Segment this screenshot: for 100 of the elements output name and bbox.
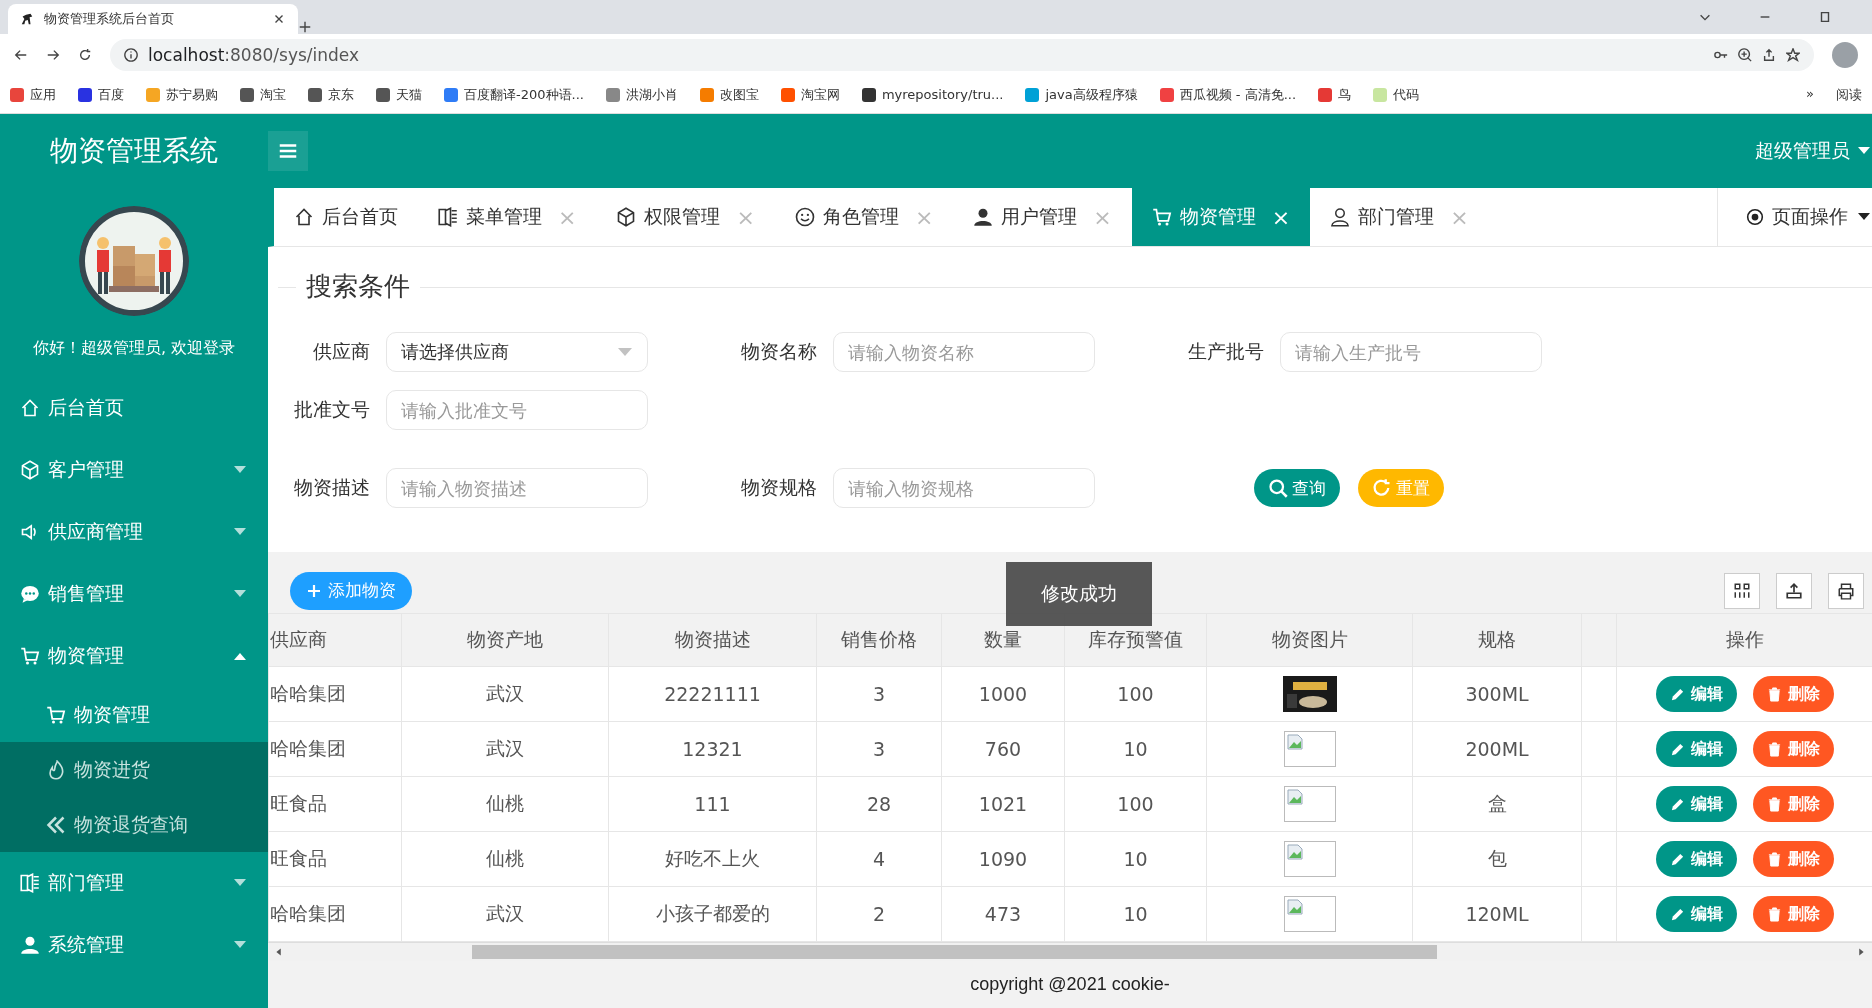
delete-button[interactable]: 删除 bbox=[1752, 731, 1834, 767]
bookmark[interactable]: 淘宝 bbox=[260, 85, 286, 104]
sidebar-item[interactable]: 销售管理 bbox=[0, 563, 268, 625]
page-tab[interactable]: 部门管理 × bbox=[1310, 188, 1489, 246]
user-menu[interactable]: 超级管理员 bbox=[1755, 138, 1872, 164]
page-tab[interactable]: 菜单管理 × bbox=[418, 188, 597, 246]
delete-button[interactable]: 删除 bbox=[1752, 841, 1834, 877]
broken-image-icon bbox=[1283, 841, 1336, 877]
export-button[interactable] bbox=[1776, 572, 1812, 609]
cart-icon bbox=[1151, 207, 1172, 227]
bookmark[interactable]: 淘宝网 bbox=[800, 85, 840, 104]
share-icon[interactable] bbox=[1762, 48, 1776, 62]
page-operations-menu[interactable]: 页面操作 bbox=[1717, 188, 1872, 246]
browser-tab[interactable]: 物资管理系统后台首页 bbox=[8, 4, 298, 34]
delete-button[interactable]: 删除 bbox=[1752, 786, 1834, 822]
bookmarks-overflow[interactable]: » bbox=[1806, 85, 1814, 104]
sidebar-subitem[interactable]: 物资进货 bbox=[0, 742, 268, 797]
reading-list[interactable]: 阅读 bbox=[1836, 85, 1862, 104]
address-bar[interactable]: localhost:8080/sys/index bbox=[110, 39, 1814, 71]
field-label: 物资规格 bbox=[740, 475, 818, 500]
table-cell: 22221111 bbox=[608, 666, 817, 722]
sidebar-subitem[interactable]: 物资退货查询 bbox=[0, 797, 268, 852]
url-text: localhost:8080/sys/index bbox=[148, 45, 360, 65]
input-field[interactable]: 请输入批准文号 bbox=[386, 390, 648, 430]
page-tab[interactable]: 用户管理 × bbox=[953, 188, 1132, 246]
bookmark[interactable]: 百度翻译-200种语... bbox=[464, 85, 584, 104]
table-cell: 473 bbox=[941, 886, 1065, 942]
chat-bubble-icon bbox=[20, 584, 40, 604]
horizontal-scrollbar[interactable] bbox=[268, 942, 1872, 962]
input-field[interactable]: 请输入物资规格 bbox=[833, 468, 1095, 508]
page-tab[interactable]: 权限管理 × bbox=[596, 188, 775, 246]
page-tab[interactable]: 物资管理 × bbox=[1131, 188, 1311, 246]
table-cell: 300ML bbox=[1412, 666, 1582, 722]
bookmark[interactable]: java高级程序猿 bbox=[1045, 85, 1138, 104]
page-tab[interactable]: 后台首页 bbox=[274, 188, 418, 246]
column-header: 供应商 bbox=[268, 613, 402, 667]
table-cell: 4 bbox=[816, 831, 942, 887]
cart-icon bbox=[20, 646, 40, 666]
trash-icon bbox=[1766, 906, 1782, 922]
table-cell: 包 bbox=[1412, 831, 1582, 887]
sidebar-item[interactable]: 后台首页 bbox=[0, 377, 268, 439]
bookmark[interactable]: 改图宝 bbox=[719, 85, 759, 104]
field-label: 物资名称 bbox=[740, 339, 818, 364]
bookmark[interactable]: 鸟 bbox=[1338, 85, 1352, 104]
caret-down-icon bbox=[617, 347, 633, 357]
print-button[interactable] bbox=[1828, 572, 1864, 609]
menu-button[interactable] bbox=[268, 131, 308, 171]
edit-button[interactable]: 编辑 bbox=[1655, 841, 1737, 877]
edit-button[interactable]: 编辑 bbox=[1655, 896, 1737, 932]
sidebar-subitem[interactable]: 物资管理 bbox=[0, 687, 268, 742]
delete-button[interactable]: 删除 bbox=[1752, 676, 1834, 712]
sidebar-item[interactable]: 供应商管理 bbox=[0, 501, 268, 563]
bookmark[interactable]: 洪湖小肖 bbox=[625, 85, 678, 104]
select-field[interactable]: 请选择供应商 bbox=[386, 332, 648, 372]
bookmark-icon bbox=[444, 87, 458, 102]
delete-button[interactable]: 删除 bbox=[1752, 896, 1834, 932]
grid-icon bbox=[1733, 581, 1751, 600]
page-tab[interactable]: 角色管理 × bbox=[774, 188, 954, 246]
add-button[interactable]: 添加物资 bbox=[290, 571, 412, 610]
columns-button[interactable] bbox=[1724, 572, 1760, 609]
input-field[interactable]: 请输入物资名称 bbox=[833, 332, 1095, 372]
bookmark-icon bbox=[308, 87, 322, 102]
table-cell: 3 bbox=[816, 666, 942, 722]
search-button[interactable]: 查询 bbox=[1254, 469, 1340, 507]
zoom-icon[interactable] bbox=[1738, 48, 1752, 62]
edit-button[interactable]: 编辑 bbox=[1655, 786, 1737, 822]
profile-avatar[interactable] bbox=[1832, 42, 1858, 68]
info-icon[interactable] bbox=[124, 48, 138, 62]
bookmark[interactable]: 应用 bbox=[30, 85, 56, 104]
sidebar-item[interactable]: 物资管理 bbox=[0, 625, 268, 687]
sidebar-item[interactable]: 客户管理 bbox=[0, 439, 268, 501]
reload-icon[interactable] bbox=[78, 48, 92, 62]
edit-button[interactable]: 编辑 bbox=[1655, 731, 1737, 767]
table-cell: 12321 bbox=[608, 721, 817, 777]
sidebar-item[interactable]: 部门管理 bbox=[0, 852, 268, 914]
forward-icon[interactable] bbox=[46, 48, 60, 62]
input-field[interactable]: 请输入生产批号 bbox=[1280, 332, 1542, 372]
restore-icon[interactable] bbox=[1818, 10, 1832, 24]
table-cell: 100 bbox=[1064, 666, 1207, 722]
input-field[interactable]: 请输入物资描述 bbox=[386, 468, 648, 508]
horse-icon bbox=[20, 12, 34, 26]
bookmark[interactable]: 苏宁易购 bbox=[166, 85, 218, 104]
back-icon[interactable] bbox=[14, 48, 28, 62]
plus-icon bbox=[306, 582, 322, 599]
bookmark[interactable]: 西瓜视频 - 高清免... bbox=[1179, 85, 1297, 104]
bookmark[interactable]: 百度 bbox=[98, 85, 124, 104]
bookmark[interactable]: myrepository/tru... bbox=[881, 87, 1004, 102]
bookmark-icon bbox=[376, 87, 390, 102]
bookmark[interactable]: 京东 bbox=[328, 85, 354, 104]
star-icon[interactable] bbox=[1786, 48, 1800, 62]
table-cell: 武汉 bbox=[401, 666, 609, 722]
caret-down-icon bbox=[232, 940, 248, 950]
edit-button[interactable]: 编辑 bbox=[1655, 676, 1737, 712]
new-tab-icon[interactable] bbox=[298, 20, 312, 34]
bookmark[interactable]: 代码 bbox=[1393, 85, 1420, 104]
sidebar-item[interactable]: 系统管理 bbox=[0, 914, 268, 976]
bookmark[interactable]: 天猫 bbox=[396, 85, 422, 104]
pencil-icon bbox=[1669, 686, 1685, 702]
bookmark-icon bbox=[1373, 87, 1388, 102]
tab-close-icon[interactable]: × bbox=[1271, 204, 1291, 230]
